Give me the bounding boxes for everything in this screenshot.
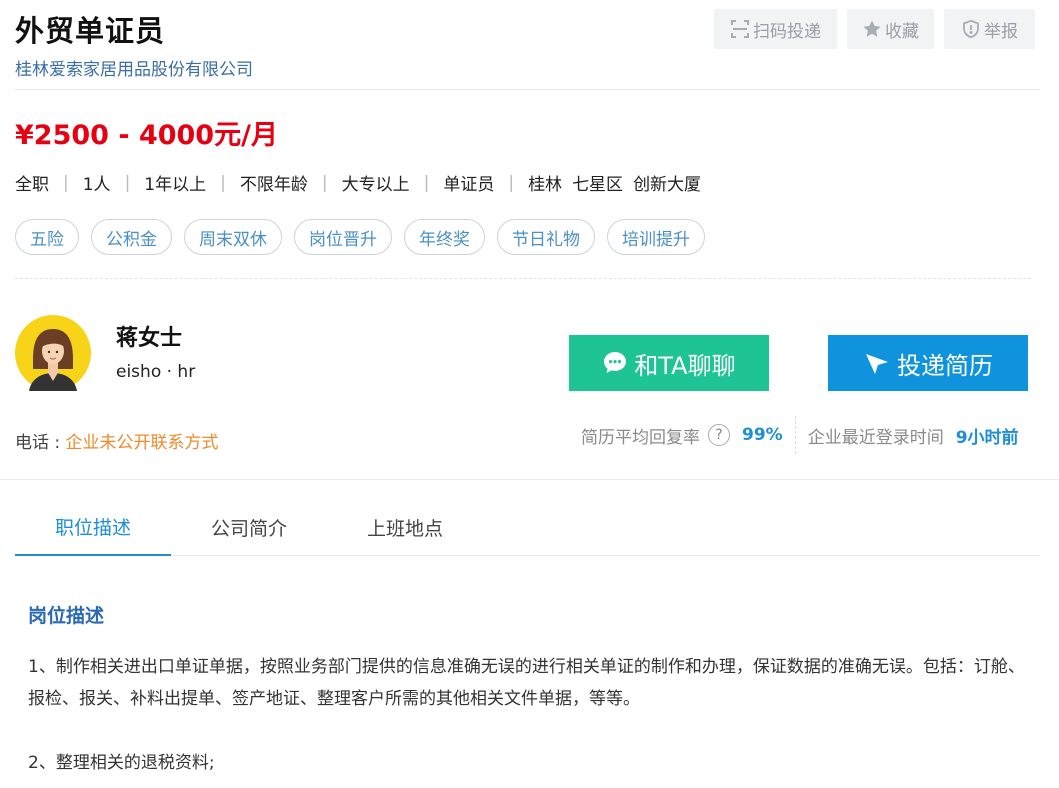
benefit-tag: 岗位晋升: [294, 219, 392, 255]
shield-icon: [963, 19, 979, 39]
benefit-tags: 五险 公积金 周末双休 岗位晋升 年终奖 节日礼物 培训提升: [15, 219, 705, 255]
benefit-tag: 年终奖: [404, 219, 485, 255]
employer-stats: 简历平均回复率 ? 99% 企业最近登录时间 9小时前: [581, 416, 1019, 454]
salary: ¥2500 - 4000元/月: [15, 120, 278, 151]
description-line: 2、整理相关的退税资料;: [28, 753, 215, 773]
meta-address: 创新大厦: [633, 175, 702, 195]
hr-avatar: [15, 315, 91, 391]
phone-info: 电话 : 企业未公开联系方式: [15, 428, 219, 453]
favorite-button[interactable]: 收藏: [847, 9, 934, 49]
meta-separator: |: [423, 172, 430, 193]
job-description: 1、制作相关进出口单证单据，按照业务部门提供的信息准确无误的进行相关单证的制作和…: [28, 651, 1028, 779]
last-login-label: 企业最近登录时间: [807, 427, 944, 448]
help-icon[interactable]: ?: [708, 424, 730, 446]
last-login-value: 9小时前: [955, 427, 1019, 448]
phone-value: 企业未公开联系方式: [65, 433, 219, 453]
benefit-tag: 培训提升: [607, 219, 705, 255]
benefit-tag: 五险: [15, 219, 79, 255]
divider: [0, 479, 1059, 480]
reply-rate-label: 简历平均回复率: [581, 427, 700, 448]
scan-icon: [731, 20, 749, 38]
tab-company-intro[interactable]: 公司简介: [191, 498, 307, 556]
meta-type: 全职: [15, 175, 49, 195]
benefit-tag: 周末双休: [184, 219, 282, 255]
meta-separator: |: [321, 172, 328, 193]
meta-category: 单证员: [443, 175, 495, 195]
apply-resume-label: 投递简历: [897, 351, 993, 380]
meta-education: 大专以上: [341, 175, 410, 195]
benefit-tag: 节日礼物: [497, 219, 595, 255]
meta-city: 桂林: [528, 175, 563, 195]
meta-experience: 1年以上: [144, 175, 207, 195]
meta-headcount: 1人: [82, 175, 111, 195]
job-title: 外贸单证员: [15, 14, 166, 48]
report-button[interactable]: 举报: [944, 9, 1035, 49]
scan-apply-button[interactable]: 扫码投递: [714, 9, 837, 49]
scan-apply-label: 扫码投递: [753, 21, 821, 42]
divider: [15, 278, 1031, 279]
paper-plane-icon: [866, 354, 888, 374]
job-meta: 全职 | 1人 | 1年以上 | 不限年龄 | 大专以上 | 单证员 | 桂林 …: [15, 170, 702, 196]
top-actions: 扫码投递 收藏 举报: [714, 9, 1035, 49]
reply-rate-value: 99%: [742, 425, 783, 445]
stats-divider: [794, 416, 796, 454]
apply-resume-button[interactable]: 投递简历: [828, 335, 1028, 391]
benefit-tag: 公积金: [91, 219, 172, 255]
meta-district: 七星区: [572, 175, 624, 195]
chat-button-label: 和TA聊聊: [634, 351, 736, 380]
description-line: 1、制作相关进出口单证单据，按照业务部门提供的信息准确无误的进行相关单证的制作和…: [28, 657, 1025, 709]
meta-age: 不限年龄: [239, 175, 308, 195]
hr-name: 蒋女士: [116, 326, 183, 351]
report-label: 举报: [984, 21, 1018, 42]
detail-tabs: 职位描述 公司简介 上班地点: [15, 498, 1040, 556]
chat-bubble-icon: [604, 352, 627, 373]
tab-job-description[interactable]: 职位描述: [15, 498, 171, 556]
meta-separator: |: [508, 172, 515, 193]
meta-separator: |: [220, 172, 226, 193]
star-icon: [863, 20, 881, 37]
hr-role: eisho · hr: [116, 362, 196, 382]
meta-separator: |: [63, 172, 69, 193]
meta-separator: |: [124, 172, 131, 193]
company-name[interactable]: 桂林爱索家居用品股份有限公司: [15, 55, 253, 80]
phone-label: 电话 :: [15, 433, 66, 453]
tab-work-location[interactable]: 上班地点: [347, 498, 463, 556]
chat-button[interactable]: 和TA聊聊: [569, 335, 769, 391]
favorite-label: 收藏: [885, 21, 919, 42]
divider: [15, 89, 1040, 90]
section-title: 岗位描述: [28, 605, 105, 627]
